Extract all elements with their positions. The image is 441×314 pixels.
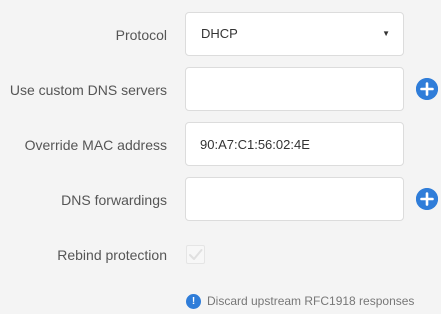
- protocol-select-value: DHCP: [201, 26, 238, 41]
- dns-forwardings-label: DNS forwardings: [61, 192, 167, 208]
- custom-dns-row: Use custom DNS servers: [0, 67, 441, 113]
- rebind-protection-label: Rebind protection: [57, 247, 167, 263]
- caret-down-icon: ▼: [382, 29, 390, 38]
- protocol-row: Protocol DHCP ▼: [0, 12, 441, 58]
- rebind-protection-hint-text: Discard upstream RFC1918 responses: [207, 294, 415, 308]
- protocol-label: Protocol: [115, 27, 167, 43]
- network-form: Protocol DHCP ▼ Use custom DNS servers O…: [0, 0, 441, 314]
- mac-override-row: Override MAC address: [0, 122, 441, 168]
- plus-circle-icon: [416, 78, 438, 100]
- rebind-protection-hint: ! Discard upstream RFC1918 responses: [186, 293, 414, 309]
- protocol-select[interactable]: DHCP ▼: [185, 12, 404, 56]
- info-icon: !: [186, 293, 201, 309]
- add-dns-server-button[interactable]: [416, 78, 438, 100]
- custom-dns-input[interactable]: [185, 67, 404, 111]
- dns-forwardings-row: DNS forwardings: [0, 177, 441, 223]
- checkmark-icon: [189, 249, 203, 260]
- add-dns-forwarding-button[interactable]: [416, 188, 438, 210]
- mac-override-label: Override MAC address: [24, 137, 167, 153]
- mac-address-input[interactable]: [185, 122, 404, 166]
- custom-dns-label: Use custom DNS servers: [9, 82, 167, 98]
- plus-circle-icon: [416, 188, 438, 210]
- dns-forwardings-input[interactable]: [185, 177, 404, 221]
- rebind-protection-checkbox[interactable]: [186, 245, 205, 264]
- rebind-protection-row: Rebind protection: [0, 232, 441, 278]
